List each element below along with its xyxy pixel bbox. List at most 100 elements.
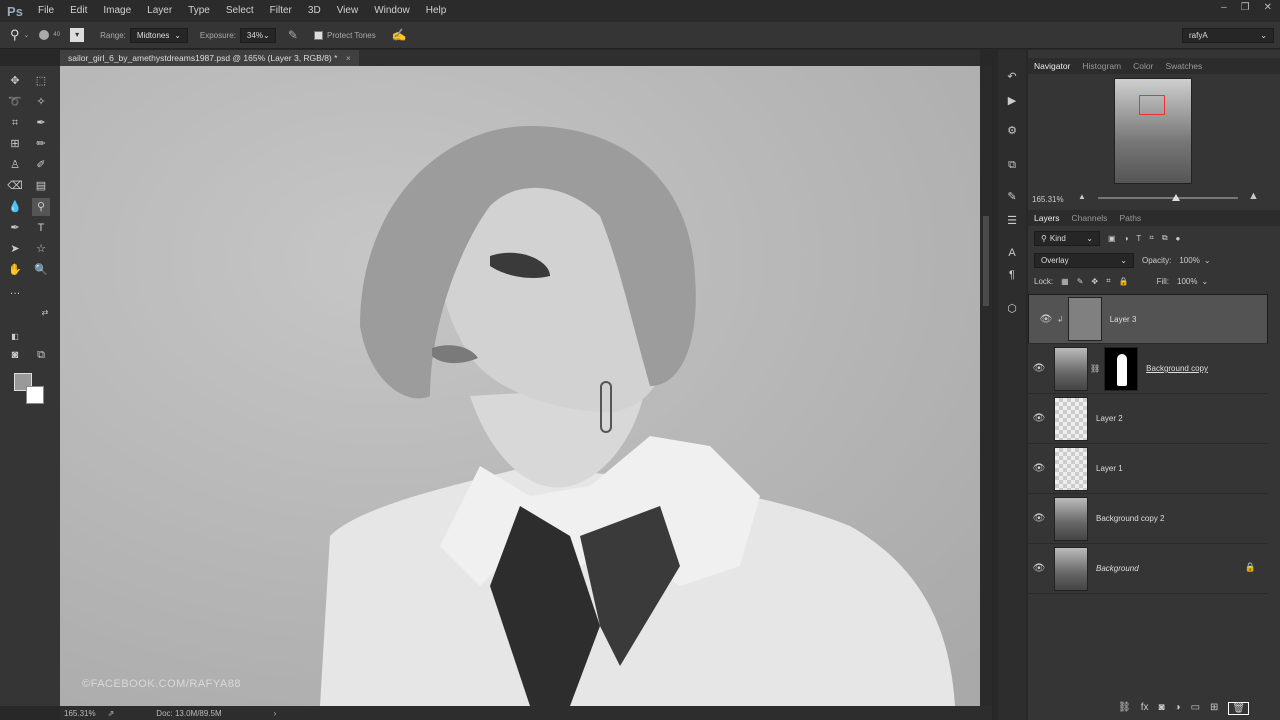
status-menu-arrow-icon[interactable]: › bbox=[274, 709, 277, 718]
3d-panel-icon[interactable]: ⬡ bbox=[1003, 300, 1021, 318]
restore-button[interactable]: ❐ bbox=[1241, 0, 1250, 16]
fill-value[interactable]: 100% bbox=[1177, 277, 1197, 286]
share-icon[interactable]: ⇗ bbox=[108, 709, 115, 718]
blur-tool-icon[interactable]: 💧 bbox=[6, 198, 24, 216]
lock-pixels-icon[interactable]: ✎ bbox=[1077, 277, 1084, 286]
menu-image[interactable]: Image bbox=[95, 0, 139, 22]
pressure-size-toggle[interactable]: ✍ bbox=[392, 28, 407, 42]
lasso-tool-icon[interactable]: ➰ bbox=[6, 93, 24, 111]
filter-adjustment-icon[interactable]: ◑ bbox=[1124, 234, 1129, 243]
airbrush-toggle[interactable]: ✎ bbox=[288, 28, 298, 42]
hand-tool-icon[interactable]: ✋ bbox=[6, 261, 24, 279]
add-mask-icon[interactable]: ◙ bbox=[1158, 702, 1164, 715]
visibility-eye-icon[interactable]: 👁 bbox=[1028, 413, 1050, 424]
new-group-icon[interactable]: ▭ bbox=[1191, 702, 1200, 715]
filter-shape-icon[interactable]: ⌗ bbox=[1149, 233, 1154, 243]
close-tab-button[interactable]: × bbox=[346, 53, 351, 63]
crop-tool-icon[interactable]: ⌗ bbox=[6, 114, 24, 132]
document-tab[interactable]: sailor_girl_6_by_amethystdreams1987.psd … bbox=[60, 50, 359, 66]
tab-color[interactable]: Color bbox=[1133, 61, 1153, 71]
lock-position-icon[interactable]: ✥ bbox=[1091, 277, 1098, 286]
lock-transparent-icon[interactable]: ▦ bbox=[1061, 277, 1069, 286]
document-canvas[interactable]: ©FACEBOOK.COM/RAFYA88 bbox=[60, 66, 980, 706]
layer-mask-thumbnail[interactable] bbox=[1104, 346, 1139, 391]
visibility-eye-icon[interactable]: 👁 bbox=[1028, 513, 1050, 524]
layer-row[interactable]: 👁 Layer 2 bbox=[1028, 394, 1268, 444]
blend-mode-select[interactable]: Overlay ⌄ bbox=[1034, 252, 1134, 268]
new-layer-icon[interactable]: ⊞ bbox=[1210, 702, 1218, 715]
menu-edit[interactable]: Edit bbox=[62, 0, 95, 22]
visibility-eye-icon[interactable]: 👁 bbox=[1028, 563, 1050, 574]
exposure-field[interactable]: 34% ⌄ bbox=[239, 27, 276, 43]
eraser-tool-icon[interactable]: ⌫ bbox=[6, 177, 24, 195]
menu-filter[interactable]: Filter bbox=[262, 0, 300, 22]
layer-row[interactable]: 👁 Layer 1 bbox=[1028, 444, 1268, 494]
menu-select[interactable]: Select bbox=[218, 0, 262, 22]
link-layers-icon[interactable]: ⛓ bbox=[1118, 702, 1131, 715]
pen-tool-icon[interactable]: ✒ bbox=[6, 219, 24, 237]
more-tools-icon[interactable]: … bbox=[6, 282, 24, 300]
navigator-view-box[interactable] bbox=[1139, 95, 1165, 115]
layer-style-icon[interactable]: fx bbox=[1141, 702, 1149, 715]
filter-type-icon[interactable]: T bbox=[1136, 234, 1141, 243]
adjustments-panel-icon[interactable]: ⧉ bbox=[1003, 156, 1021, 174]
canvas-vertical-scrollbar[interactable] bbox=[980, 66, 992, 706]
filter-kind-select[interactable]: ⚲ Kind ⌄ bbox=[1034, 230, 1100, 246]
clone-stamp-tool-icon[interactable]: ♙ bbox=[6, 156, 24, 174]
brush-panel-toggle[interactable]: ▾ bbox=[70, 28, 85, 42]
lock-artboard-icon[interactable]: ⌗ bbox=[1106, 276, 1111, 286]
tab-paths[interactable]: Paths bbox=[1119, 213, 1141, 223]
navigator-zoom-slider[interactable] bbox=[1098, 197, 1238, 199]
quick-mask-icon[interactable]: ◙ bbox=[6, 346, 24, 364]
opacity-value[interactable]: 100% bbox=[1179, 256, 1199, 265]
tool-preset-picker[interactable]: ⚲ ⌄ bbox=[10, 27, 29, 43]
visibility-eye-icon[interactable]: 👁 bbox=[1028, 363, 1050, 374]
healing-tool-icon[interactable]: ⊞ bbox=[6, 135, 24, 153]
default-colors-icon[interactable]: ◧ bbox=[6, 328, 24, 346]
zoom-tool-icon[interactable]: 🔍 bbox=[32, 261, 50, 279]
menu-file[interactable]: File bbox=[30, 0, 62, 22]
close-window-button[interactable]: ✕ bbox=[1264, 0, 1272, 16]
layer-row[interactable]: 👁 ↲ Layer 3 bbox=[1028, 294, 1268, 344]
eyedropper-tool-icon[interactable]: ✒ bbox=[32, 114, 50, 132]
layer-row[interactable]: 👁 ⛓ Background copy bbox=[1028, 344, 1268, 394]
scroll-thumb[interactable] bbox=[983, 216, 989, 306]
type-tool-icon[interactable]: T bbox=[32, 219, 50, 237]
tab-swatches[interactable]: Swatches bbox=[1165, 61, 1202, 71]
mask-link-icon[interactable]: ⛓ bbox=[1090, 364, 1100, 373]
character-panel-icon[interactable]: A bbox=[1003, 244, 1021, 262]
menu-3d[interactable]: 3D bbox=[300, 0, 329, 22]
menu-type[interactable]: Type bbox=[180, 0, 218, 22]
menu-view[interactable]: View bbox=[329, 0, 367, 22]
menu-window[interactable]: Window bbox=[366, 0, 418, 22]
gradient-tool-icon[interactable]: ▤ bbox=[32, 177, 50, 195]
background-color-swatch[interactable] bbox=[26, 386, 44, 404]
status-zoom[interactable]: 165.31% bbox=[64, 709, 96, 718]
visibility-eye-icon[interactable]: 👁 bbox=[1035, 314, 1057, 325]
new-adjustment-layer-icon[interactable]: ◑ bbox=[1175, 702, 1181, 715]
navigator-thumbnail[interactable] bbox=[1114, 78, 1192, 184]
brush-settings-icon[interactable]: ☰ bbox=[1003, 212, 1021, 230]
swap-colors-icon[interactable]: ⇄ bbox=[36, 304, 54, 322]
burn-tool-icon[interactable]: ⚲ bbox=[32, 198, 50, 216]
layer-row[interactable]: 👁 Background 🔒 bbox=[1028, 544, 1268, 594]
layer-row[interactable]: 👁 Background copy 2 bbox=[1028, 494, 1268, 544]
history-brush-tool-icon[interactable]: ✐ bbox=[32, 156, 50, 174]
workspace-select[interactable]: rafyA ⌄ bbox=[1182, 27, 1274, 43]
brush-tool-icon[interactable]: ✏ bbox=[32, 135, 50, 153]
menu-layer[interactable]: Layer bbox=[139, 0, 180, 22]
lock-all-icon[interactable]: 🔒 bbox=[1119, 277, 1129, 286]
tab-channels[interactable]: Channels bbox=[1072, 213, 1108, 223]
quick-select-tool-icon[interactable]: ✧ bbox=[32, 93, 50, 111]
marquee-tool-icon[interactable]: ⬚ bbox=[32, 72, 50, 90]
tab-histogram[interactable]: Histogram bbox=[1082, 61, 1121, 71]
paragraph-panel-icon[interactable]: ¶ bbox=[1003, 266, 1021, 284]
history-panel-icon[interactable]: ↶ bbox=[1003, 68, 1021, 86]
tab-layers[interactable]: Layers bbox=[1034, 213, 1060, 223]
actions-panel-icon[interactable]: ▶ bbox=[1003, 92, 1021, 110]
filter-smart-object-icon[interactable]: ⧉ bbox=[1162, 233, 1168, 243]
menu-help[interactable]: Help bbox=[418, 0, 455, 22]
minimize-button[interactable]: – bbox=[1221, 0, 1227, 16]
filter-pixel-icon[interactable]: ▣ bbox=[1108, 234, 1116, 243]
move-tool-icon[interactable]: ✥ bbox=[6, 72, 24, 90]
